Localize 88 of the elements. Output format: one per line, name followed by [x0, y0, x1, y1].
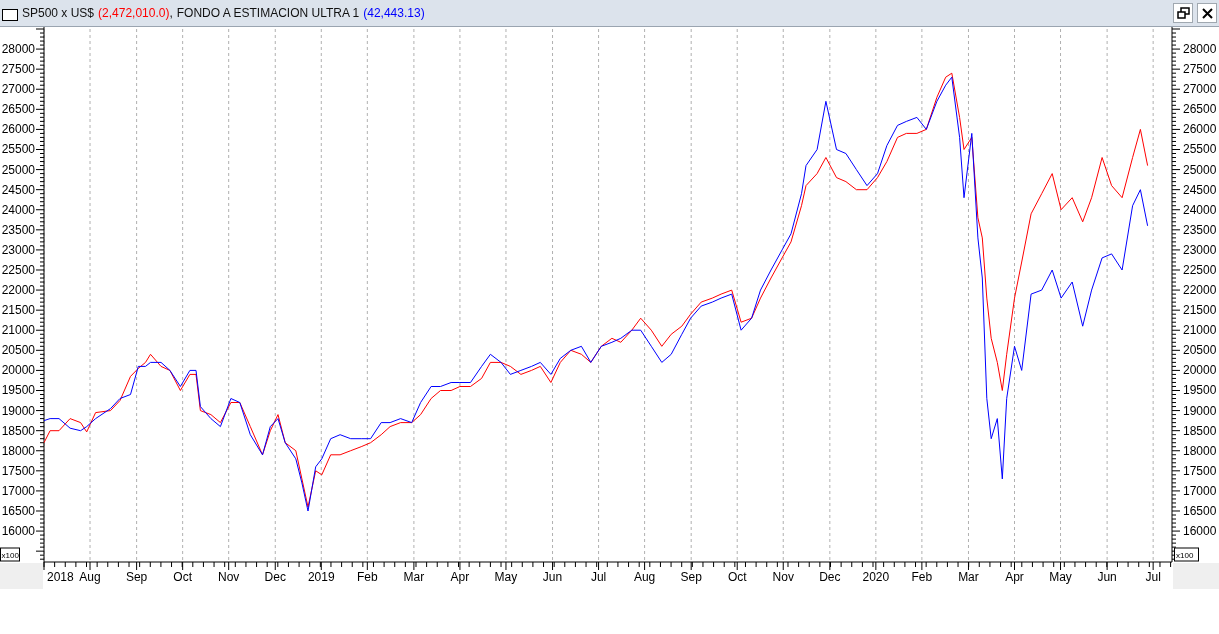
x-tick-label: Jun [1097, 570, 1117, 584]
x-tick-label: Mar [403, 570, 425, 584]
y-tick-label: 21500 [1, 303, 35, 318]
y-tick-label: 25000 [1183, 162, 1217, 177]
x-tick-label: Apr [450, 570, 470, 584]
y-tick-label: 22000 [1, 283, 35, 298]
y-tick-label: 16500 [1, 504, 35, 518]
y-tick-label: 21000 [1, 323, 35, 338]
y-tick-label: 22500 [1, 263, 35, 277]
x-tick-label: Aug [633, 570, 656, 584]
x-tick-label: Jul [1145, 570, 1161, 584]
y-tick-label: 20000 [1183, 363, 1217, 378]
x-tick-label: Sep [680, 570, 702, 584]
y-tick-label: 22500 [1183, 263, 1217, 277]
x-tick-label: Feb [911, 570, 933, 584]
restore-button[interactable] [1173, 3, 1193, 23]
y-tick-label: 18000 [1183, 443, 1217, 458]
x-tick-label: Apr [1005, 570, 1024, 584]
y-tick-label: 20000 [1, 363, 35, 378]
y-tick-label: 19500 [1, 383, 35, 398]
y-tick-label: 20500 [1, 343, 35, 358]
y-tick-label: 24000 [1, 202, 35, 217]
y-tick-label: 16500 [1183, 504, 1217, 518]
close-icon [1201, 7, 1213, 19]
y-tick-label: 19000 [1, 403, 35, 418]
y-tick-label: 25000 [1, 162, 35, 177]
y-tick-label: 25500 [1, 142, 35, 157]
axis-corner-panel [0, 563, 43, 589]
y-tick-label: 23000 [1183, 242, 1217, 257]
y-tick-label: 17000 [1183, 483, 1217, 498]
y-tick-label: 24500 [1, 182, 35, 197]
y-tick-label: 27000 [1183, 82, 1217, 97]
x-tick-label: May [1049, 570, 1072, 584]
series-reading: (42,443.13) [363, 6, 425, 20]
x-tick-label: Jun [542, 570, 563, 584]
y-tick-label: 26500 [1, 102, 35, 117]
x-tick-label: Oct [727, 570, 747, 584]
series-name: FONDO A ESTIMACION ULTRA 1 [176, 6, 360, 20]
x-tick-label: 2018 [47, 570, 74, 584]
x-tick-label: Sep [125, 570, 148, 584]
y-tick-label: 18500 [1, 423, 35, 438]
y-tick-label: 28000 [1, 42, 35, 57]
x-tick-label: Mar [958, 570, 979, 584]
x-tick-label: 2020 [862, 570, 890, 584]
y-tick-label: 27000 [1, 82, 35, 97]
y-tick-label: 17500 [1, 463, 35, 478]
y-tick-label: 18000 [1, 443, 35, 458]
y-tick-label: 27500 [1, 62, 35, 77]
x-tick-label: Dec [819, 570, 841, 584]
x-tick-label: 2019 [307, 570, 335, 584]
y-tick-label: 17000 [1, 483, 35, 498]
series-name: SP500 x US$ [22, 6, 95, 20]
y-tick-label: 26500 [1183, 102, 1217, 117]
y-tick-label: 20500 [1183, 343, 1217, 358]
x-tick-label: Jul [590, 570, 607, 584]
y-tick-label: 16000 [1, 524, 35, 539]
y-tick-label: 22000 [1183, 283, 1217, 298]
y-tick-label: 24500 [1183, 182, 1217, 197]
y-tick-label: 23500 [1, 222, 35, 237]
multiplier-label: x100 [0, 547, 20, 562]
y-tick-label: 28000 [1183, 42, 1217, 57]
y-tick-label: 26000 [1183, 122, 1217, 137]
close-button[interactable] [1197, 3, 1217, 23]
y-tick-label: 23500 [1183, 222, 1217, 237]
y-tick-label: 21000 [1183, 323, 1217, 338]
y-tick-label: 16000 [1183, 524, 1217, 539]
y-tick-label: 23000 [1, 242, 35, 257]
y-tick-label: 19500 [1183, 383, 1217, 398]
y-tick-label: 21500 [1183, 303, 1217, 318]
y-tick-label: 27500 [1183, 62, 1217, 77]
y-tick-label: 24000 [1183, 202, 1217, 217]
x-tick-label: Aug [79, 570, 101, 584]
x-tick-label: Nov [218, 570, 240, 584]
y-tick-label: 17500 [1183, 463, 1217, 478]
y-tick-label: 19000 [1183, 403, 1217, 418]
multiplier-label: x100 [1174, 547, 1199, 562]
x-tick-label: May [494, 570, 518, 584]
axis-corner-panel [1173, 563, 1219, 589]
window-icon [2, 9, 18, 21]
y-tick-label: 18500 [1183, 423, 1217, 438]
x-tick-label: Feb [356, 570, 378, 584]
separator: , [169, 6, 173, 20]
y-tick-label: 25500 [1183, 142, 1217, 157]
restore-icon [1176, 7, 1190, 19]
x-tick-label: Nov [772, 570, 794, 584]
x-tick-label: Dec [264, 570, 286, 584]
x-tick-label: Oct [173, 570, 192, 584]
y-tick-label: 26000 [1, 122, 35, 137]
